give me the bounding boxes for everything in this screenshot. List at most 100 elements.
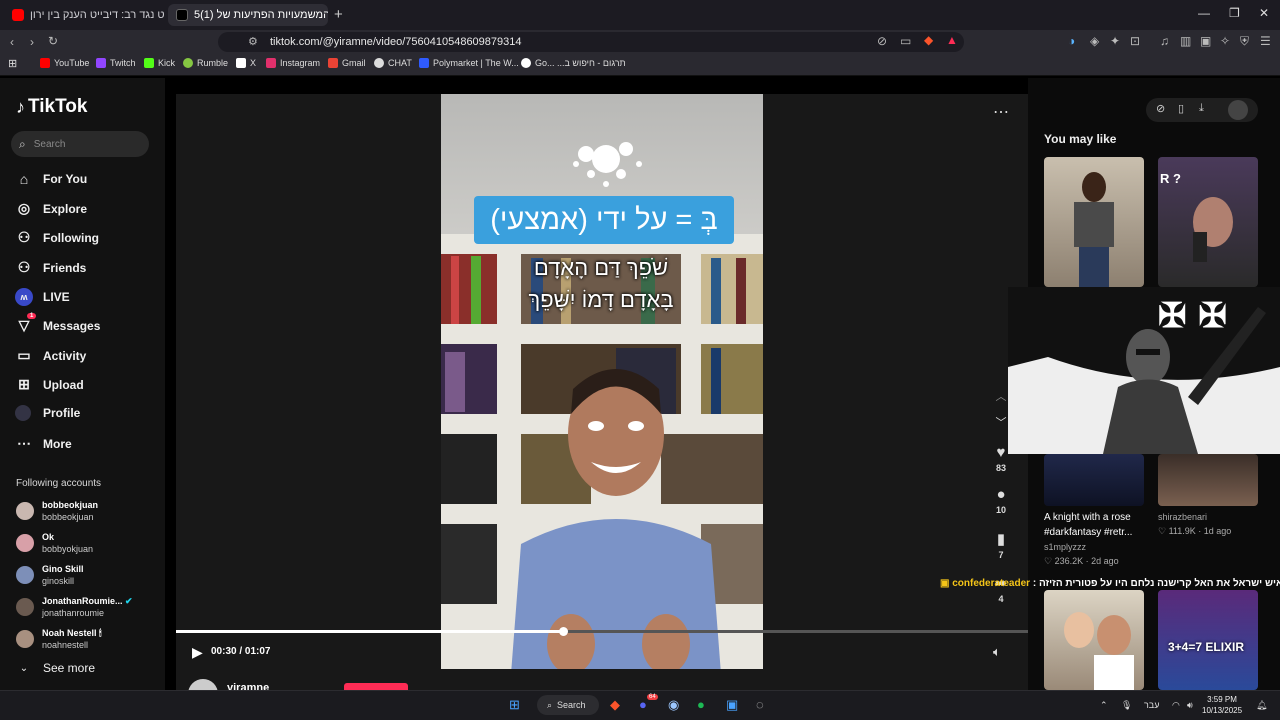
- following-account[interactable]: Gino Skill ginoskill: [16, 563, 84, 587]
- bookmark-kick[interactable]: Kick: [144, 58, 175, 68]
- youtube-tab-icon: [12, 9, 24, 21]
- steam-taskbar-icon[interactable]: ◉: [668, 697, 679, 713]
- following-account[interactable]: JonathanRoumie... ✔ jonathanroumie: [16, 595, 133, 619]
- nav-for-you[interactable]: ⌂ For You: [15, 171, 87, 187]
- wifi-icon[interactable]: ◠: [1172, 700, 1180, 711]
- avatar: [16, 534, 34, 552]
- discord-taskbar-icon[interactable]: ● 64: [639, 694, 658, 712]
- bookmark-button[interactable]: ▮ 7: [988, 530, 1014, 560]
- extensions-puzzle-icon[interactable]: ✦: [1110, 34, 1120, 48]
- following-account[interactable]: Noah Nestell 🕯 noahnestell: [16, 627, 102, 651]
- leo-ai-icon[interactable]: ✧: [1220, 34, 1230, 48]
- bookmark-gmail[interactable]: Gmail: [328, 58, 366, 68]
- tray-chevron-up-icon[interactable]: ⌃: [1100, 700, 1108, 711]
- windows-start-icon[interactable]: ⊞: [509, 697, 520, 713]
- bookmark-polymarket[interactable]: Polymarket | The W...: [419, 58, 519, 68]
- recommended-video-thumb[interactable]: 3+4=7 ELIXIR: [1158, 590, 1258, 690]
- nav-upload[interactable]: ⊞ Upload: [15, 376, 84, 393]
- nav-following[interactable]: ⚇ Following: [15, 229, 99, 246]
- apps-grid-icon[interactable]: ⊞: [8, 57, 17, 70]
- recommended-video-caption[interactable]: A knight with a rose #darkfantasy #retr.…: [1044, 510, 1148, 540]
- progress-handle[interactable]: [558, 627, 568, 636]
- live-icon: ʍ: [15, 288, 33, 306]
- address-bar[interactable]: ⚙ tiktok.com/@yiramne/video/756041054860…: [218, 32, 964, 52]
- reload-icon[interactable]: ↻: [48, 34, 58, 48]
- speaker-icon[interactable]: 🔊︎: [1187, 700, 1193, 711]
- recommended-video-thumb[interactable]: R ?: [1158, 157, 1258, 287]
- recommended-video-thumb[interactable]: [1044, 157, 1144, 287]
- more-icon: ⋯: [17, 435, 31, 451]
- browser-tab-active[interactable]: 5(1) המשמעויות הפתיעות של ✕: [168, 4, 328, 26]
- see-more-button[interactable]: ⌄ See more: [15, 661, 95, 675]
- security-icon[interactable]: ⛨: [1240, 34, 1249, 49]
- chat-message: : לף איש ישראל את האל קרישנה נלחם היו על…: [1032, 578, 1280, 589]
- nav-explore[interactable]: ◎ Explore: [15, 200, 87, 217]
- nav-activity[interactable]: ▭ Activity: [15, 347, 86, 364]
- user-avatar[interactable]: [1228, 100, 1248, 120]
- recommended-video-thumb[interactable]: [1158, 454, 1258, 506]
- like-count: 83: [995, 463, 1006, 473]
- screenshot-icon[interactable]: ⊡: [1130, 34, 1140, 48]
- app-taskbar-icon[interactable]: ◌: [756, 697, 764, 712]
- recommended-video-thumb[interactable]: [1044, 454, 1144, 506]
- music-icon[interactable]: ♫: [1160, 34, 1169, 48]
- brave-rewards-icon[interactable]: ▲: [946, 33, 958, 47]
- search-input[interactable]: ⌕ Search: [11, 131, 149, 157]
- bookmark-instagram[interactable]: Instagram: [266, 58, 320, 68]
- no-tracking-icon[interactable]: ⊘: [877, 34, 887, 48]
- bookmark-google-translate[interactable]: Go... תרגום - חיפוש ב...: [521, 58, 626, 68]
- brave-taskbar-icon[interactable]: ◆: [610, 697, 620, 713]
- volume-icon[interactable]: 🔈︎: [993, 644, 1001, 660]
- following-account[interactable]: Ok bobbyokjuan: [16, 531, 93, 555]
- bookmark-chat[interactable]: CHAT: [374, 58, 412, 68]
- sidebar-toggle-icon[interactable]: ▥: [1180, 34, 1191, 48]
- forward-icon[interactable]: ›: [30, 35, 34, 49]
- new-tab-button[interactable]: +: [334, 6, 343, 23]
- cast-icon[interactable]: ▭: [900, 34, 911, 48]
- extension-icon[interactable]: ◑: [1068, 34, 1075, 48]
- rumble-icon: [183, 58, 193, 68]
- nav-more[interactable]: ⋯ More: [15, 435, 72, 452]
- recommended-video-author[interactable]: s1mplyzzz: [1044, 542, 1086, 552]
- following-account[interactable]: bobbeokjuan bobbeokjuan: [16, 499, 98, 523]
- nav-profile[interactable]: Profile: [15, 405, 80, 421]
- browser-tab[interactable]: אתאיסט נגד רב: דיבייט הענק בין ירון: [4, 4, 164, 26]
- minimize-icon[interactable]: —: [1198, 6, 1210, 20]
- vpn-icon[interactable]: ◈: [1090, 34, 1099, 48]
- comment-button[interactable]: ● 10: [988, 486, 1014, 515]
- recommended-video-thumb[interactable]: [1044, 590, 1144, 690]
- nav-friends[interactable]: ⚇ Friends: [15, 259, 87, 276]
- device-icon[interactable]: ▯: [1178, 102, 1184, 115]
- compass-icon[interactable]: ⊘: [1156, 102, 1165, 115]
- bookmark-twitch[interactable]: Twitch: [96, 58, 136, 68]
- taskbar-clock[interactable]: 3:59 PM 10/13/2025: [1202, 694, 1242, 716]
- back-icon[interactable]: ‹: [10, 35, 14, 49]
- recommended-video-stats: ♡ 111.9K · 1d ago: [1158, 526, 1232, 536]
- notifications-icon[interactable]: 🔔︎: [1256, 700, 1267, 711]
- photos-taskbar-icon[interactable]: ▣: [726, 697, 738, 713]
- wallet-icon[interactable]: ▣: [1200, 34, 1211, 48]
- video-player[interactable]: בְּ = על ידי (אמצעי) שֹׁפֵךְ דַּם הָאָדָ…: [441, 94, 763, 669]
- download-icon[interactable]: ⤓: [1199, 102, 1204, 115]
- nav-live[interactable]: ʍ LIVE: [15, 288, 70, 306]
- play-icon[interactable]: ▶: [192, 644, 203, 661]
- restore-icon[interactable]: ❐: [1229, 6, 1240, 20]
- bookmark-x[interactable]: X: [236, 58, 256, 68]
- tiktok-logo[interactable]: ♪ TikTok: [16, 96, 87, 118]
- knight-overlay-image: ✠ ✠: [1008, 287, 1280, 454]
- brave-shield-icon[interactable]: ◆: [924, 33, 933, 47]
- language-indicator[interactable]: עבר: [1144, 700, 1159, 710]
- taskbar-search[interactable]: ⌕ Search: [537, 695, 599, 715]
- menu-icon[interactable]: ☰: [1260, 34, 1271, 48]
- recommended-video-author[interactable]: shirazbenari: [1158, 512, 1207, 522]
- microphone-icon[interactable]: 🎙︎: [1121, 700, 1132, 711]
- bookmark-rumble[interactable]: Rumble: [183, 58, 228, 68]
- spotify-taskbar-icon[interactable]: ●: [697, 697, 705, 712]
- close-window-icon[interactable]: ✕: [1259, 6, 1269, 20]
- bookmark-youtube[interactable]: YouTube: [40, 58, 89, 68]
- more-options-icon[interactable]: ⋯: [993, 102, 1010, 122]
- site-settings-icon[interactable]: ⚙: [248, 35, 258, 48]
- video-progress-bar[interactable]: [176, 627, 1028, 636]
- upload-icon: ⊞: [18, 376, 30, 392]
- nav-messages[interactable]: ▽ 1 Messages: [15, 313, 100, 334]
